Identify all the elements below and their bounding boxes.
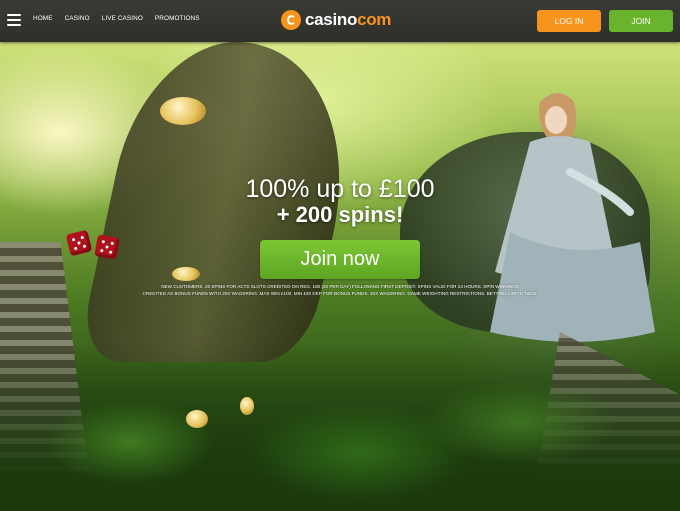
main-nav: HOME CASINO LIVE CASINO PROMOTIONS	[33, 15, 200, 22]
login-button[interactable]: LOG IN	[537, 10, 601, 32]
top-navigation-bar: HOME CASINO LIVE CASINO PROMOTIONS casin…	[0, 0, 680, 42]
terms-line-1: NEW CUSTOMERS. 20 SPINS FOR ACTS SLOTS C…	[161, 284, 519, 289]
foliage	[0, 342, 680, 511]
promo-headline: 100% up to £100	[245, 175, 435, 203]
nav-live-casino[interactable]: LIVE CASINO	[102, 15, 143, 22]
join-now-button[interactable]: Join now	[260, 240, 420, 279]
menu-icon[interactable]	[7, 14, 21, 26]
join-button[interactable]: JOIN	[609, 10, 673, 32]
logo-wordmark-part2: com	[357, 10, 392, 29]
terms-and-conditions: NEW CUSTOMERS. 20 SPINS FOR ACTS SLOTS C…	[130, 283, 550, 297]
logo-c-icon	[281, 10, 301, 30]
nav-home[interactable]: HOME	[33, 15, 53, 22]
promo-subline: + 200 spins!	[276, 202, 404, 227]
gold-coin-icon	[186, 410, 208, 428]
hero-banner: 100% up to £100 + 200 spins! Join now NE…	[0, 42, 680, 511]
gold-coin-icon	[172, 267, 200, 281]
dice-icon	[94, 234, 120, 260]
gold-coin-icon	[240, 397, 254, 415]
nav-promotions[interactable]: PROMOTIONS	[155, 15, 200, 22]
logo-wordmark-part1: casino	[305, 10, 358, 29]
terms-line-2: CREDITED AS BONUS FUNDS WITH 20X WAGERIN…	[142, 291, 538, 296]
logo-wordmark: casinocom	[305, 10, 391, 30]
nav-casino[interactable]: CASINO	[65, 15, 90, 22]
casino-com-logo[interactable]: casinocom	[281, 10, 391, 30]
gold-coin-icon	[160, 97, 206, 125]
